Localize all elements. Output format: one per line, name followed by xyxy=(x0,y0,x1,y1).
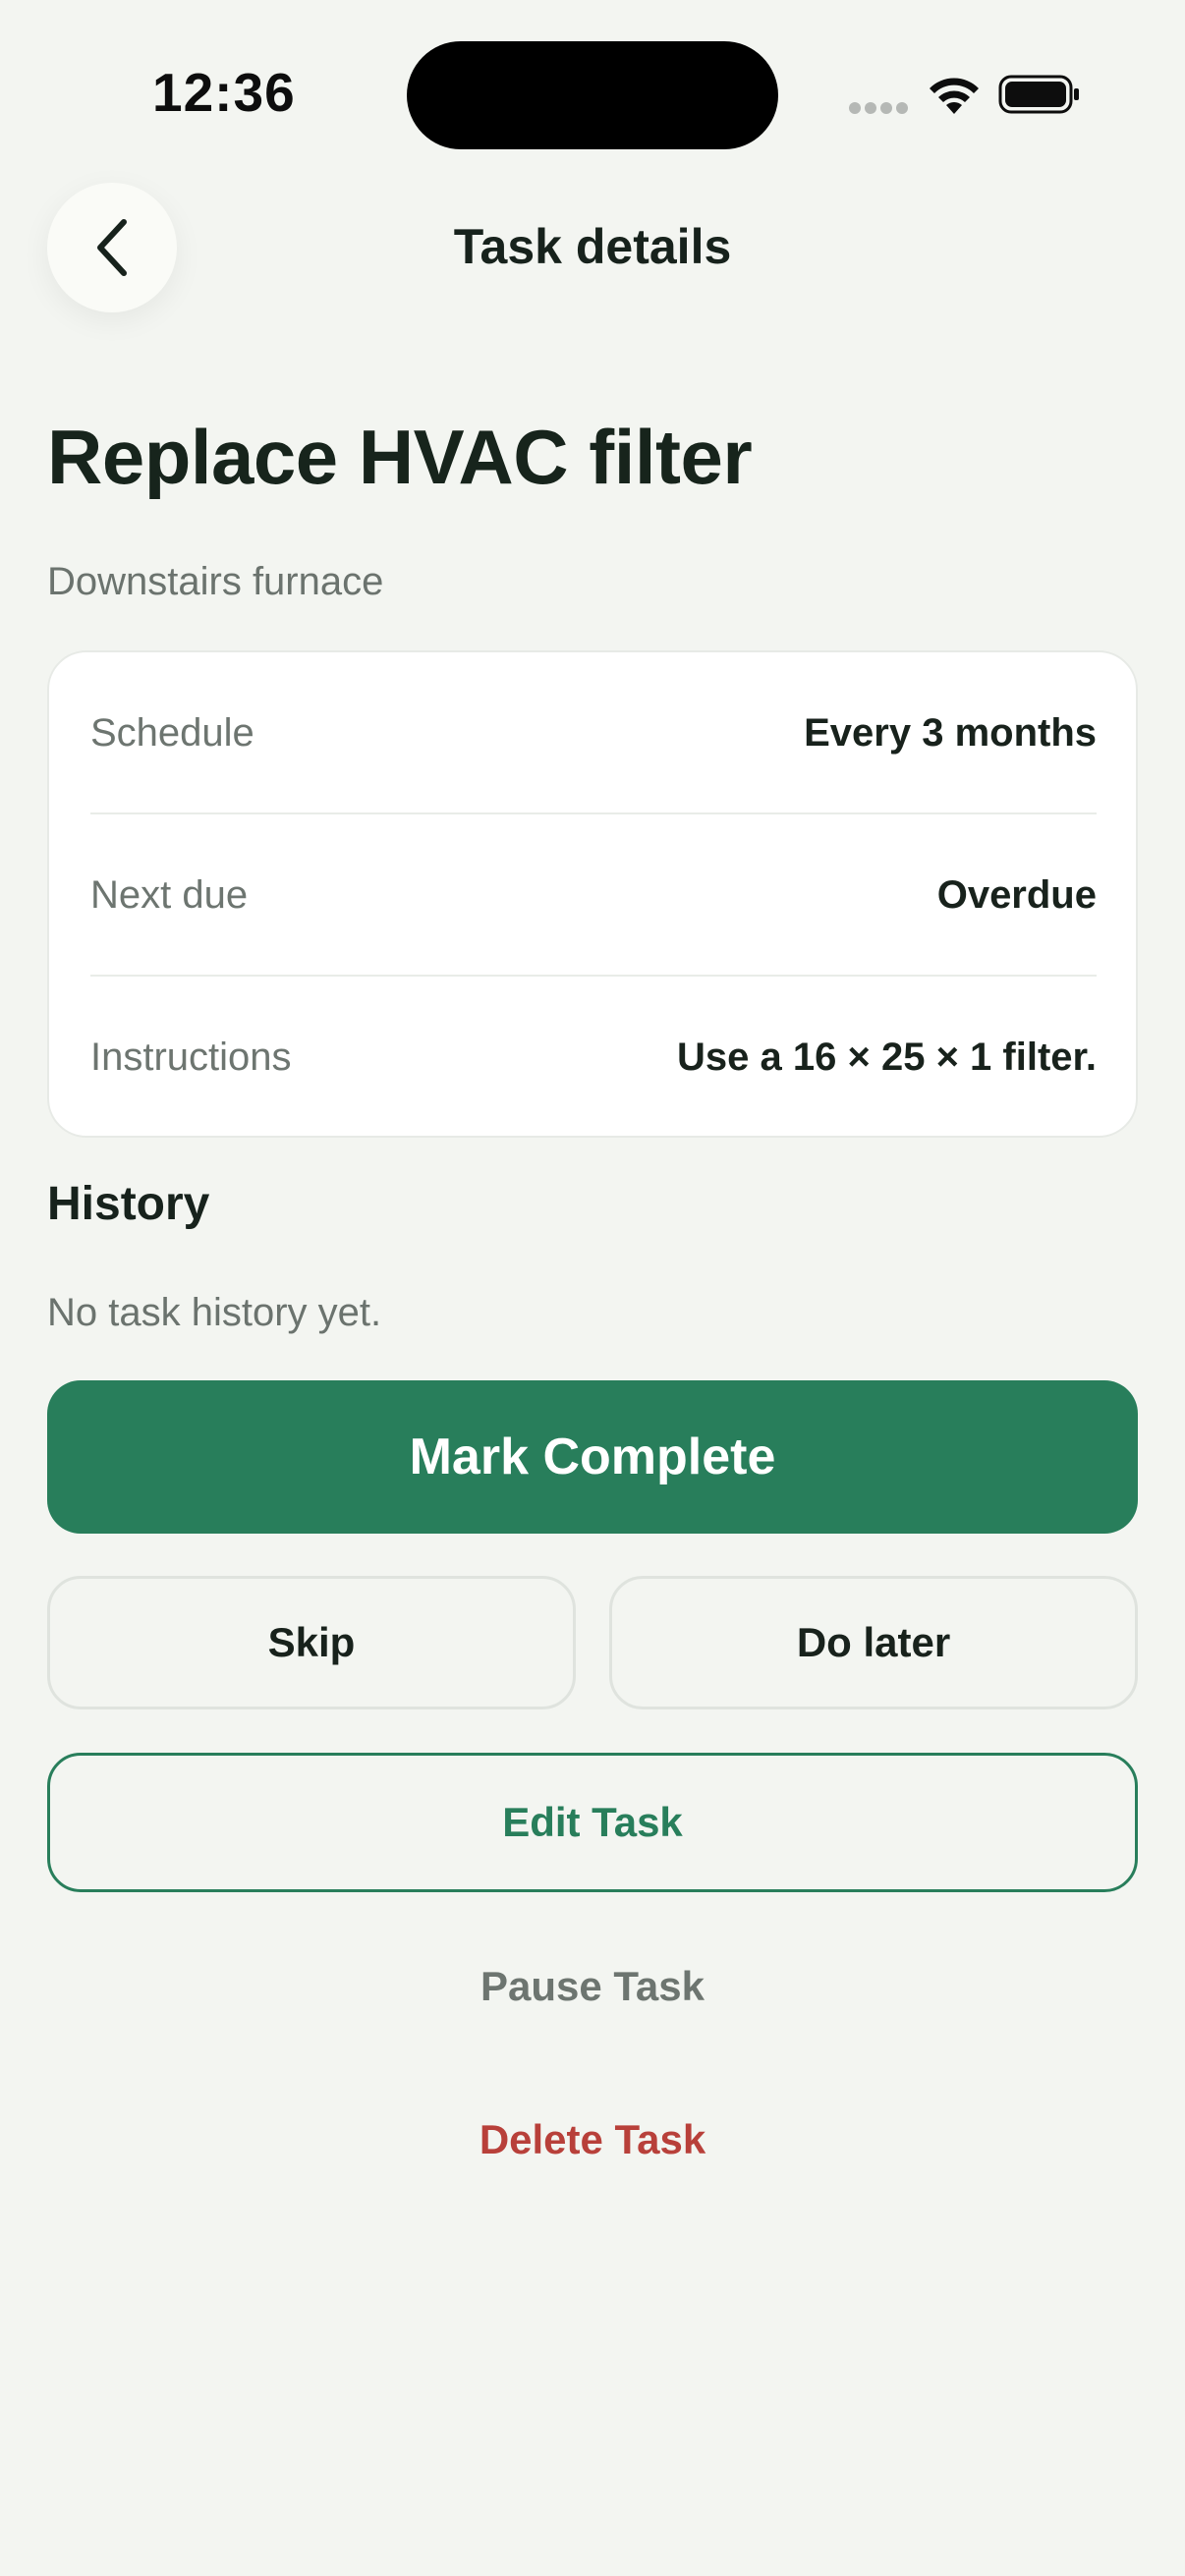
do-later-button[interactable]: Do later xyxy=(609,1576,1138,1709)
header-title: Task details xyxy=(453,219,732,274)
detail-row-instructions: Instructions Use a 16 × 25 × 1 filter. xyxy=(90,977,1097,1138)
detail-value: Overdue xyxy=(936,872,1097,917)
detail-row-next-due: Next due Overdue xyxy=(90,814,1097,976)
edit-task-button[interactable]: Edit Task xyxy=(47,1753,1138,1892)
detail-value: Every 3 months xyxy=(804,710,1097,755)
task-location: Downstairs furnace xyxy=(47,560,384,603)
history-heading: History xyxy=(47,1178,210,1230)
detail-row-schedule: Schedule Every 3 months xyxy=(90,652,1097,813)
cellular-signal-icon xyxy=(849,102,908,116)
status-bar: 12:36 xyxy=(0,0,1185,187)
status-time: 12:36 xyxy=(152,62,296,123)
mark-complete-button[interactable]: Mark Complete xyxy=(47,1380,1138,1534)
task-details-card: Schedule Every 3 months Next due Overdue… xyxy=(47,650,1138,1138)
task-title: Replace HVAC filter xyxy=(47,414,753,500)
detail-label: Next due xyxy=(90,872,249,917)
history-empty-state: No task history yet. xyxy=(47,1291,382,1334)
skip-button[interactable]: Skip xyxy=(47,1576,576,1709)
delete-task-button[interactable]: Delete Task xyxy=(0,2116,1185,2163)
dynamic-island xyxy=(407,41,778,149)
detail-value: Use a 16 × 25 × 1 filter. xyxy=(677,1035,1097,1079)
battery-icon xyxy=(998,75,1079,114)
wifi-icon xyxy=(930,78,979,114)
detail-label: Schedule xyxy=(90,710,254,755)
pause-task-button[interactable]: Pause Task xyxy=(0,1963,1185,2010)
detail-label: Instructions xyxy=(90,1035,292,1079)
task-details-screen: 12:36 Task details Replace HVAC filter D… xyxy=(0,0,1185,2576)
